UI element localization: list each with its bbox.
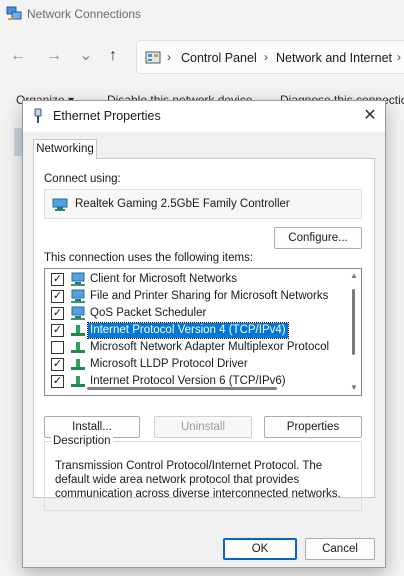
configure-button[interactable]: Configure... — [274, 227, 362, 249]
breadcrumb-control-panel[interactable]: Control Panel — [181, 51, 257, 65]
scroll-up-icon[interactable]: ▲ — [349, 271, 359, 281]
item-checkbox[interactable] — [51, 341, 64, 354]
protocol-icon — [71, 376, 85, 387]
vertical-scrollbar[interactable]: ▲ ▼ — [346, 269, 361, 395]
explorer-navbar: ← → ⌄ ↑ › Control Panel › Network and In… — [0, 36, 404, 78]
close-icon[interactable]: ✕ — [355, 101, 385, 131]
network-client-icon — [71, 272, 85, 286]
ethernet-icon — [34, 108, 42, 123]
ok-button[interactable]: OK — [223, 538, 297, 560]
list-item[interactable]: Microsoft Network Adapter Multiplexor Pr… — [45, 339, 345, 356]
list-item[interactable]: ✓ QoS Packet Scheduler — [45, 305, 345, 322]
breadcrumb-separator-icon: › — [397, 50, 401, 64]
item-label: Internet Protocol Version 4 (TCP/IPv4) — [87, 322, 289, 339]
items-label: This connection uses the following items… — [44, 252, 254, 264]
description-group: Description Transmission Control Protoco… — [44, 435, 362, 511]
control-panel-icon — [145, 51, 161, 64]
adapter-name: Realtek Gaming 2.5GbE Family Controller — [75, 198, 290, 210]
tab-networking[interactable]: Networking — [33, 139, 97, 159]
network-service-icon — [71, 289, 85, 303]
list-item-selected[interactable]: ✓ Internet Protocol Version 4 (TCP/IPv4) — [45, 322, 345, 339]
window-title: Network Connections — [27, 7, 142, 21]
item-label: Microsoft Network Adapter Multiplexor Pr… — [90, 341, 330, 353]
list-item[interactable]: ✓ Microsoft LLDP Protocol Driver — [45, 356, 345, 373]
scrollbar-thumb[interactable] — [352, 289, 355, 355]
protocol-icon — [71, 325, 85, 336]
back-arrow-icon[interactable]: ← — [8, 46, 28, 66]
description-heading: Description — [51, 435, 113, 447]
breadcrumb-network-and-internet[interactable]: Network and Internet — [276, 51, 392, 65]
breadcrumb-separator-icon: › — [167, 50, 171, 64]
item-checkbox[interactable]: ✓ — [51, 273, 64, 286]
horizontal-scrollbar-thumb[interactable] — [87, 387, 277, 390]
network-adapter-icon — [52, 198, 68, 211]
breadcrumb-separator-icon: › — [264, 50, 268, 64]
item-label: File and Printer Sharing for Microsoft N… — [90, 290, 329, 302]
dialog-titlebar[interactable]: Ethernet Properties ✕ — [23, 101, 385, 132]
network-service-icon — [71, 306, 85, 320]
description-text: Transmission Control Protocol/Internet P… — [55, 460, 341, 500]
item-checkbox[interactable]: ✓ — [51, 290, 64, 303]
item-label: QoS Packet Scheduler — [90, 307, 207, 319]
dialog-title: Ethernet Properties — [53, 109, 161, 123]
adapter-box: Realtek Gaming 2.5GbE Family Controller — [44, 189, 362, 219]
item-checkbox[interactable]: ✓ — [51, 324, 64, 337]
up-arrow-icon[interactable]: ↑ — [103, 46, 123, 66]
scroll-down-icon[interactable]: ▼ — [349, 383, 359, 393]
network-connections-icon — [6, 6, 22, 20]
connection-items-list[interactable]: ✓ Client for Microsoft Networks ✓ File a… — [44, 268, 362, 396]
networking-panel: Connect using: Realtek Gaming 2.5GbE Fam… — [33, 158, 375, 511]
uninstall-button[interactable]: Uninstall — [154, 416, 252, 438]
item-label: Microsoft LLDP Protocol Driver — [90, 358, 248, 370]
item-checkbox[interactable]: ✓ — [51, 358, 64, 371]
item-label: Client for Microsoft Networks — [90, 273, 237, 285]
background-adapter-icon — [14, 128, 22, 156]
address-bar[interactable]: › Control Panel › Network and Internet › — [136, 40, 404, 74]
explorer-titlebar: Network Connections — [0, 0, 404, 30]
list-item[interactable]: ✓ Client for Microsoft Networks — [45, 271, 345, 288]
protocol-icon — [71, 359, 85, 370]
connect-using-label: Connect using: — [44, 173, 121, 185]
protocol-icon — [71, 342, 85, 353]
ethernet-properties-dialog: Ethernet Properties ✕ Networking Connect… — [22, 100, 386, 568]
forward-arrow-icon[interactable]: → — [44, 46, 64, 66]
properties-button[interactable]: Properties — [264, 416, 362, 438]
list-item[interactable]: ✓ File and Printer Sharing for Microsoft… — [45, 288, 345, 305]
cancel-button[interactable]: Cancel — [305, 538, 375, 560]
item-checkbox[interactable]: ✓ — [51, 307, 64, 320]
chevron-down-icon[interactable]: ⌄ — [76, 46, 96, 66]
item-checkbox[interactable]: ✓ — [51, 375, 64, 388]
